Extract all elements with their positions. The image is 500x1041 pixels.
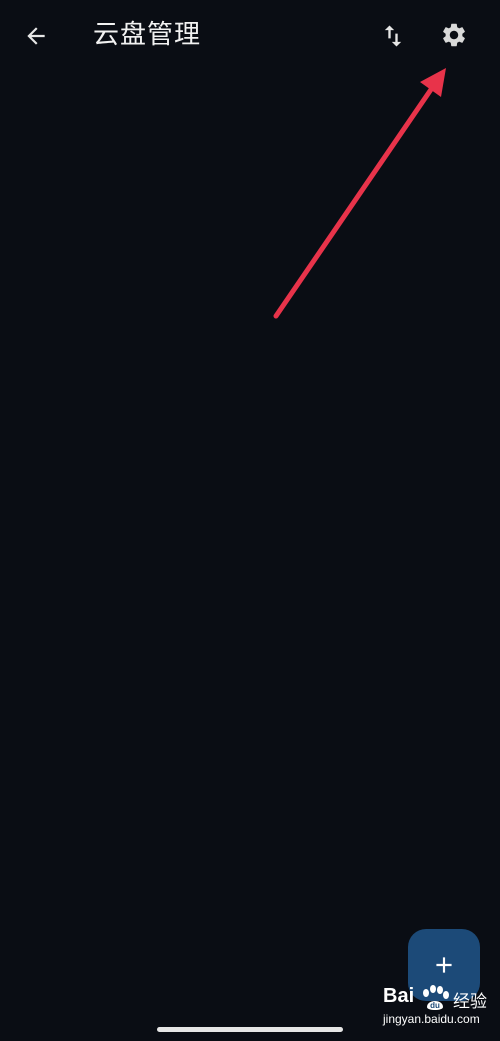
add-cloud-drive-button[interactable] <box>408 929 480 1001</box>
home-indicator[interactable] <box>157 1027 343 1032</box>
plus-icon <box>436 957 452 973</box>
arrow-left-icon <box>27 27 45 45</box>
back-button[interactable] <box>14 14 58 58</box>
cloud-drive-list-empty <box>0 72 500 1012</box>
watermark-url: jingyan.baidu.com <box>383 1012 480 1026</box>
gear-icon <box>443 23 465 47</box>
page-title: 云盘管理 <box>93 20 202 50</box>
sort-swap-icon <box>384 25 402 47</box>
settings-button[interactable] <box>432 13 476 57</box>
top-app-bar: 云盘管理 <box>0 0 500 72</box>
sort-button[interactable] <box>371 14 415 58</box>
